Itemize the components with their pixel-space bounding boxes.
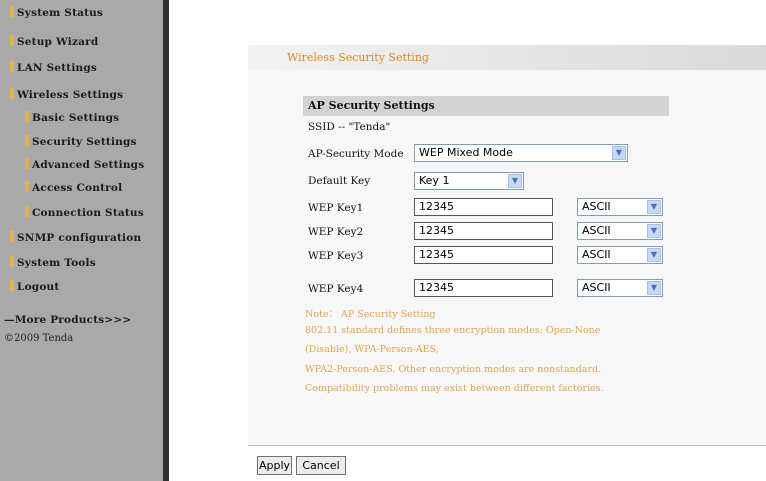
bullet-icon	[25, 158, 29, 169]
wep-key4-format-select[interactable]: ASCII ▼	[577, 279, 663, 297]
sidebar-item-label: Wireless Settings	[17, 89, 124, 101]
sidebar-item-label: Logout	[17, 281, 60, 293]
copyright-text: ©2009 Tenda	[4, 333, 74, 344]
wep-key4-format-value: ASCII	[582, 281, 611, 294]
sidebar-item-label: SNMP configuration	[17, 232, 142, 244]
footer-divider	[248, 445, 766, 446]
sidebar-item-security-settings[interactable]: Security Settings	[25, 135, 137, 148]
apply-button[interactable]: Apply	[257, 456, 292, 475]
default-key-select[interactable]: Key 1 ▼	[414, 172, 524, 190]
wep-key1-label: WEP Key1	[308, 202, 364, 214]
wep-key3-input[interactable]: 12345	[414, 246, 553, 264]
note-line: 802.11 standard defines three encryption…	[305, 325, 601, 336]
sidebar-item-label: System Status	[17, 7, 104, 19]
chevron-down-icon: ▼	[647, 248, 661, 262]
wep-key4-label: WEP Key4	[308, 283, 364, 295]
bullet-icon	[10, 256, 14, 267]
sidebar-item-label: Advanced Settings	[32, 159, 145, 171]
ap-settings-title: AP Security Settings	[308, 99, 435, 112]
sidebar-item-access-control[interactable]: Access Control	[25, 181, 122, 194]
sidebar-item-label: Connection Status	[32, 207, 144, 219]
wep-key4-input[interactable]: 12345	[414, 279, 553, 297]
chevron-down-icon: ▼	[612, 146, 626, 160]
sidebar-item-advanced-settings[interactable]: Advanced Settings	[25, 158, 144, 171]
sidebar-item-snmp-configuration[interactable]: SNMP configuration	[10, 231, 141, 244]
wep-key3-format-value: ASCII	[582, 248, 611, 261]
wep-key1-format-select[interactable]: ASCII ▼	[577, 198, 663, 216]
more-products-link[interactable]: —More Products>>>	[4, 314, 131, 326]
section-title: Wireless Security Setting	[287, 51, 429, 64]
bullet-icon	[25, 135, 29, 146]
wep-key1-format-value: ASCII	[582, 200, 611, 213]
sidebar-divider	[163, 0, 169, 481]
bullet-icon	[10, 6, 14, 17]
chevron-down-icon: ▼	[508, 174, 522, 188]
sidebar-item-label: Security Settings	[32, 136, 137, 148]
wep-key3-label: WEP Key3	[308, 250, 364, 262]
chevron-down-icon: ▼	[647, 200, 661, 214]
bullet-icon	[10, 61, 14, 72]
sidebar-item-label: Basic Settings	[32, 112, 120, 124]
bullet-icon	[25, 206, 29, 217]
security-mode-select[interactable]: WEP Mixed Mode ▼	[414, 144, 628, 162]
sidebar-item-system-status[interactable]: System Status	[10, 6, 103, 19]
default-key-label: Default Key	[308, 175, 371, 187]
note-line: Compatibility problems may exist between…	[305, 383, 604, 394]
default-key-value: Key 1	[419, 174, 450, 187]
wep-key3-format-select[interactable]: ASCII ▼	[577, 246, 663, 264]
sidebar-item-label: System Tools	[17, 257, 96, 269]
sidebar-item-label: Access Control	[32, 182, 123, 194]
bullet-icon	[25, 181, 29, 192]
cancel-button[interactable]: Cancel	[296, 456, 346, 475]
sidebar-item-label: LAN Settings	[17, 62, 98, 74]
sidebar-item-label: Setup Wizard	[17, 36, 99, 48]
wep-key2-format-select[interactable]: ASCII ▼	[577, 222, 663, 240]
security-mode-label: AP-Security Mode	[308, 148, 404, 160]
wep-key2-label: WEP Key2	[308, 226, 364, 238]
bullet-icon	[10, 35, 14, 46]
sidebar-item-logout[interactable]: Logout	[10, 280, 59, 293]
security-mode-value: WEP Mixed Mode	[419, 146, 513, 159]
wep-key2-format-value: ASCII	[582, 224, 611, 237]
bullet-icon	[25, 111, 29, 122]
sidebar-item-system-tools[interactable]: System Tools	[10, 256, 96, 269]
note-line: (Disable), WPA-Person-AES,	[305, 344, 439, 355]
note-line: Note： AP Security Setting	[305, 309, 436, 320]
chevron-down-icon: ▼	[647, 281, 661, 295]
sidebar-item-setup-wizard[interactable]: Setup Wizard	[10, 35, 98, 48]
bullet-icon	[10, 88, 14, 99]
chevron-down-icon: ▼	[647, 224, 661, 238]
wep-key1-input[interactable]: 12345	[414, 198, 553, 216]
ssid-text: SSID -- "Tenda"	[308, 121, 391, 133]
wep-key2-input[interactable]: 12345	[414, 222, 553, 240]
sidebar-item-wireless-settings[interactable]: Wireless Settings	[10, 88, 123, 101]
note-line: WPA2-Person-AES. Other encryption modes …	[305, 364, 602, 375]
bullet-icon	[10, 231, 14, 242]
sidebar-item-basic-settings[interactable]: Basic Settings	[25, 111, 119, 124]
sidebar-item-lan-settings[interactable]: LAN Settings	[10, 61, 97, 74]
sidebar-item-connection-status[interactable]: Connection Status	[25, 206, 144, 219]
bullet-icon	[10, 280, 14, 291]
